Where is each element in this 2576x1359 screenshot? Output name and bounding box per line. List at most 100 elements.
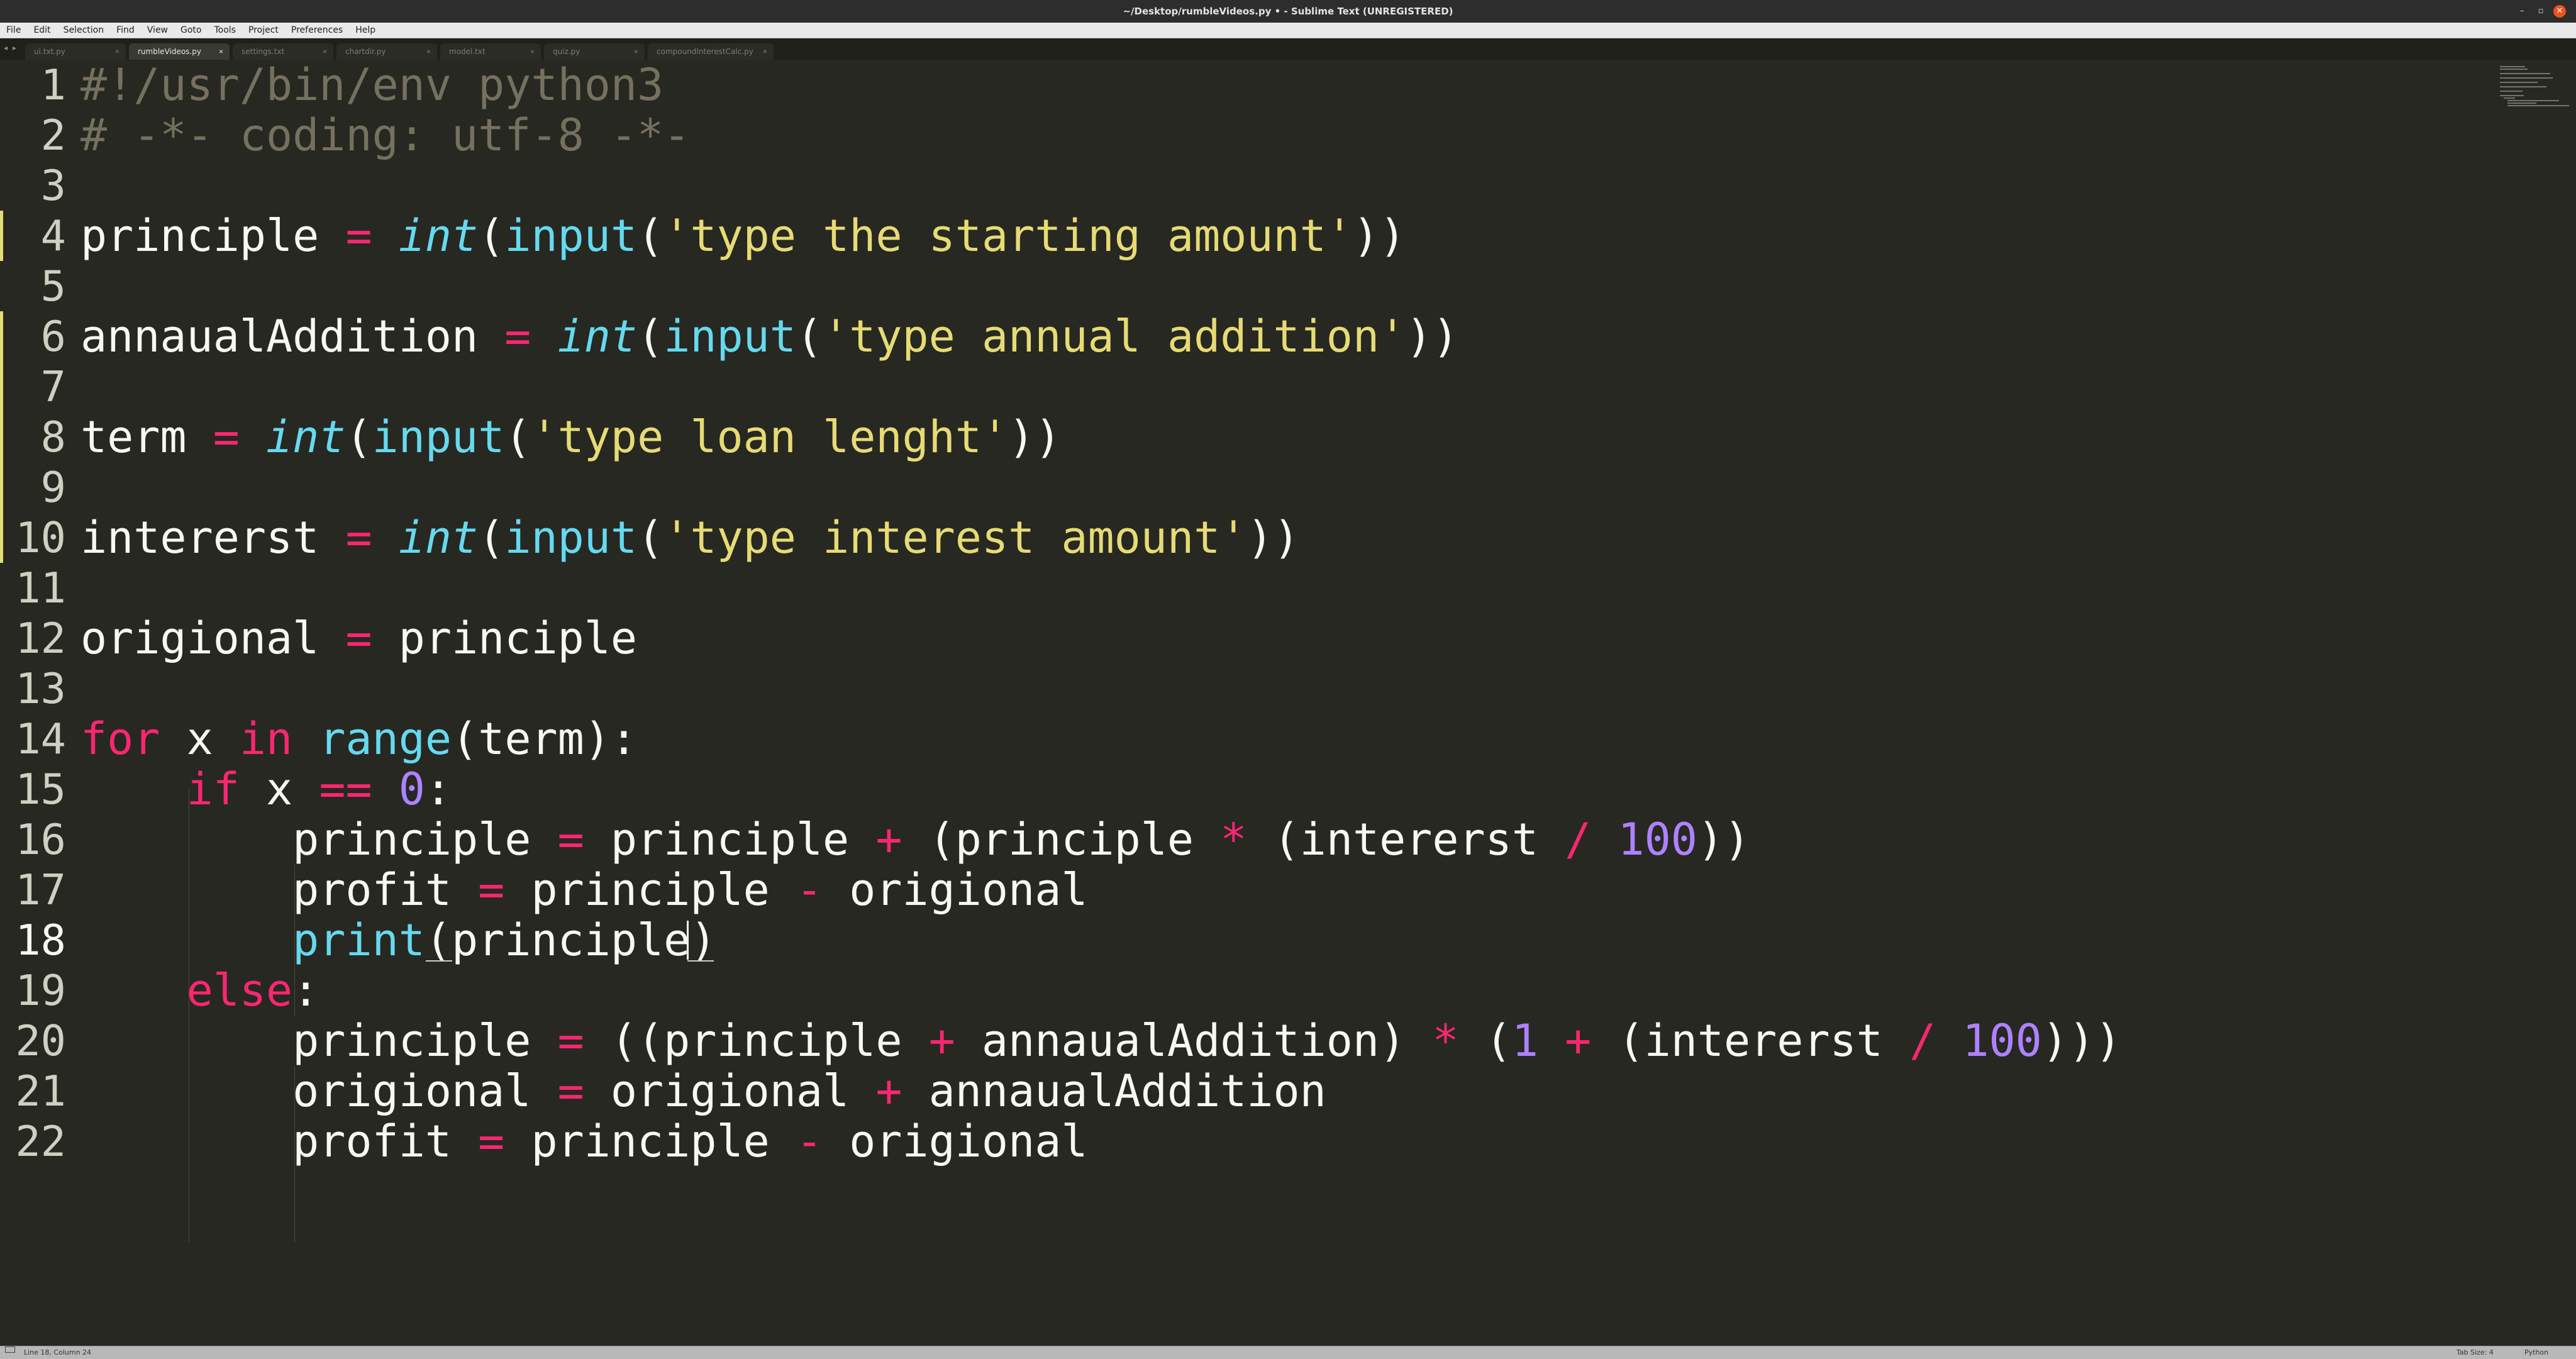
code-text: principle = principle + (principle * (in…	[80, 814, 1751, 865]
code-line[interactable]: 13	[0, 663, 2484, 714]
text-caret	[687, 921, 689, 960]
minimap-line	[2500, 95, 2524, 96]
menu-preferences[interactable]: Preferences	[285, 23, 349, 38]
line-number: 2	[40, 111, 66, 160]
code-text: # -*- coding: utf-8 -*-	[80, 109, 691, 161]
tab-close-icon[interactable]: ×	[634, 43, 638, 60]
panel-toggle-icon[interactable]	[5, 1346, 15, 1353]
minimap-line	[2507, 103, 2536, 104]
line-number: 15	[15, 765, 66, 814]
menu-help[interactable]: Help	[349, 23, 382, 38]
menu-edit[interactable]: Edit	[27, 23, 57, 38]
menu-project[interactable]: Project	[242, 23, 285, 38]
tab-chartdir[interactable]: chartdir.py ×	[336, 43, 437, 60]
status-bar: Line 18, Column 24 Tab Size: 4 Python	[0, 1346, 2576, 1359]
code-text: principle = ((principle + annaualAdditio…	[80, 1015, 2122, 1067]
code-line[interactable]: 14 for x in range(term):	[0, 714, 2484, 764]
tab-close-icon[interactable]: ×	[426, 43, 431, 60]
code-line[interactable]: 7	[0, 362, 2484, 412]
code-line[interactable]: 5	[0, 261, 2484, 311]
code-line[interactable]: 22 profit = principle - origional	[0, 1116, 2484, 1167]
code-line[interactable]: 8 term = int(input('type loan lenght'))	[0, 412, 2484, 462]
line-number: 18	[15, 916, 66, 965]
line-number: 16	[15, 815, 66, 864]
code-text: profit = principle - origional	[80, 864, 1088, 916]
line-number: 8	[40, 413, 66, 462]
tab-nav-arrows-icon[interactable]: ◂ ▸	[4, 43, 18, 52]
bracket-match-underline	[426, 960, 452, 962]
tab-ui-txt[interactable]: ui.txt.py ×	[25, 43, 126, 60]
code-line-current[interactable]: 18 print(principle)	[0, 915, 2484, 965]
tab-label: rumbleVideos.py	[138, 47, 201, 56]
minimap-line	[2500, 66, 2525, 67]
code-line[interactable]: 2 # -*- coding: utf-8 -*-	[0, 110, 2484, 160]
code-line[interactable]: 11	[0, 563, 2484, 613]
line-number: 9	[40, 463, 66, 512]
code-line[interactable]: 6 annaualAddition = int(input('type annu…	[0, 311, 2484, 362]
line-number: 1	[40, 60, 66, 109]
cursor-position: Line 18, Column 24	[24, 1348, 92, 1356]
code-line[interactable]: 19 else:	[0, 965, 2484, 1016]
menu-tools[interactable]: Tools	[208, 23, 242, 38]
menu-file[interactable]: File	[0, 23, 27, 38]
window-title: ~/Desktop/rumbleVideos.py • - Sublime Te…	[1123, 6, 1453, 17]
code-line[interactable]: 3	[0, 160, 2484, 211]
minimap-line	[2507, 100, 2559, 101]
code-line[interactable]: 1 #!/usr/bin/env python3	[0, 60, 2484, 110]
code-line[interactable]: 10 intererst = int(input('type interest …	[0, 513, 2484, 563]
line-number: 17	[15, 865, 66, 914]
code-text: origional = origional + annaualAddition	[80, 1065, 1326, 1117]
tab-bar: ◂ ▸ ui.txt.py × rumbleVideos.py × settin…	[0, 38, 2576, 60]
menu-find[interactable]: Find	[110, 23, 141, 38]
code-line[interactable]: 17 profit = principle - origional	[0, 865, 2484, 915]
tab-settings[interactable]: settings.txt ×	[233, 43, 333, 60]
code-text: if x == 0:	[186, 763, 452, 815]
line-number: 13	[15, 664, 66, 713]
tab-close-icon[interactable]: ×	[530, 43, 535, 60]
code-text: origional = principle	[80, 613, 638, 664]
code-line[interactable]: 16 principle = principle + (principle * …	[0, 814, 2484, 865]
code-line[interactable]: 12 origional = principle	[0, 613, 2484, 663]
menu-selection[interactable]: Selection	[57, 23, 111, 38]
minimize-button[interactable]: –	[2516, 5, 2528, 18]
code-text: profit = principle - origional	[80, 1116, 1088, 1167]
maximize-button[interactable]: ▫	[2534, 5, 2547, 18]
tab-model[interactable]: model.txt ×	[440, 43, 541, 60]
line-number: 3	[40, 161, 66, 210]
code-line[interactable]: 21 origional = origional + annaualAdditi…	[0, 1066, 2484, 1116]
code-line[interactable]: 15 if x == 0:	[0, 764, 2484, 814]
tab-rumblevideos[interactable]: rumbleVideos.py ×	[129, 43, 230, 60]
code-line[interactable]: 9	[0, 462, 2484, 513]
line-number: 4	[40, 211, 66, 260]
line-number: 22	[15, 1117, 66, 1166]
code-text: for x in range(term):	[80, 713, 638, 765]
tab-label: model.txt	[449, 47, 486, 56]
line-number: 14	[15, 714, 66, 763]
minimap-line	[2500, 86, 2546, 87]
menu-bar: File Edit Selection Find View Goto Tools…	[0, 23, 2576, 38]
tab-close-icon[interactable]: ×	[219, 43, 223, 60]
minimap[interactable]	[2500, 65, 2569, 109]
code-text: else:	[186, 965, 319, 1016]
tab-close-icon[interactable]: ×	[323, 43, 327, 60]
tab-close-icon[interactable]: ×	[115, 43, 119, 60]
tab-label: ui.txt.py	[34, 47, 65, 56]
syntax-selector[interactable]: Python	[2524, 1346, 2548, 1359]
code-text: principle = int(input('type the starting…	[80, 210, 1406, 262]
close-button[interactable]: ✕	[2553, 5, 2566, 18]
tab-close-icon[interactable]: ×	[763, 43, 767, 60]
code-editor[interactable]: 1 #!/usr/bin/env python3 2 # -*- coding:…	[0, 60, 2576, 1346]
tab-size-selector[interactable]: Tab Size: 4	[2457, 1346, 2494, 1359]
menu-view[interactable]: View	[141, 23, 174, 38]
code-line[interactable]: 4 principle = int(input('type the starti…	[0, 211, 2484, 261]
tab-quiz[interactable]: quiz.py ×	[544, 43, 645, 60]
code-text: print(principle)	[292, 914, 717, 966]
line-number: 20	[15, 1016, 66, 1065]
menu-goto[interactable]: Goto	[174, 23, 208, 38]
minimap-line	[2500, 77, 2553, 79]
tab-compound-interest[interactable]: compoundInterestCalc.py ×	[648, 43, 774, 60]
tab-label: quiz.py	[553, 47, 580, 56]
code-text: intererst = int(input('type interest amo…	[80, 512, 1300, 563]
tab-label: settings.txt	[242, 47, 285, 56]
code-line[interactable]: 20 principle = ((principle + annaualAddi…	[0, 1016, 2484, 1066]
